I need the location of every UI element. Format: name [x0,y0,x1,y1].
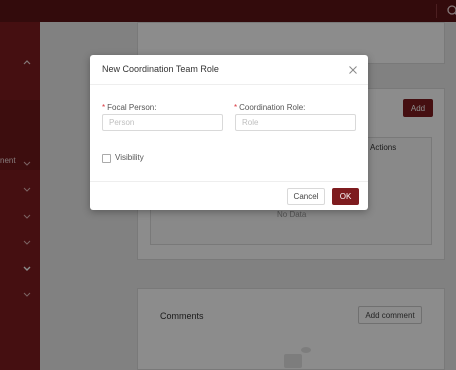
required-marker: * [102,103,106,112]
dialog-footer [90,181,368,210]
dialog-title: New Coordination Team Role [102,64,219,74]
dialog-header: New Coordination Team Role [90,55,368,85]
visibility-label[interactable]: Visibility [115,153,144,162]
focal-person-input[interactable] [102,114,223,131]
close-icon[interactable] [348,65,358,75]
coordination-role-input[interactable] [235,114,356,131]
required-marker: * [234,103,238,112]
ok-button[interactable]: OK [332,188,359,205]
focal-person-label: * Focal Person: [102,103,156,112]
visibility-checkbox[interactable] [102,154,111,163]
coordination-role-label-text: Coordination Role: [239,103,306,112]
focal-person-label-text: Focal Person: [107,103,157,112]
cancel-button[interactable]: Cancel [287,188,325,205]
new-role-dialog: New Coordination Team Role * Focal Person… [90,55,368,210]
coordination-role-label: * Coordination Role: [234,103,305,112]
